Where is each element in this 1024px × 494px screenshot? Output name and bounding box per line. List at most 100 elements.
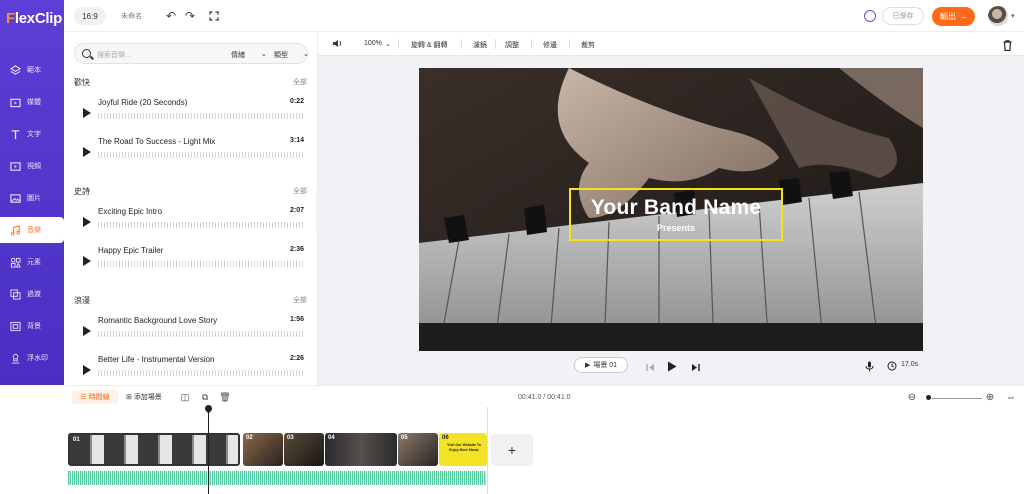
delete-icon[interactable]: 🗑 bbox=[218, 390, 232, 404]
music-track[interactable]: Romantic Background Love Story 1:56 bbox=[74, 312, 308, 350]
filter-button[interactable]: 濾鏡 bbox=[473, 40, 487, 50]
play-icon[interactable] bbox=[83, 326, 91, 336]
skip-back-icon[interactable] bbox=[643, 360, 657, 374]
scene-clip[interactable]: 05 bbox=[398, 433, 438, 466]
watermark-icon bbox=[9, 352, 21, 364]
scene-clip[interactable]: 04 bbox=[325, 433, 397, 466]
zoom-out-icon[interactable]: ⊖ bbox=[905, 390, 919, 404]
chat-icon[interactable] bbox=[864, 10, 876, 22]
rail-item-text[interactable]: 文字 bbox=[0, 121, 64, 147]
timeline-tab[interactable]: ☰ 時間線 bbox=[72, 390, 118, 404]
trim-button[interactable]: 修邊 bbox=[543, 40, 557, 50]
audio-track-waveform[interactable] bbox=[68, 471, 486, 485]
saved-button[interactable]: 已保存 bbox=[882, 7, 924, 25]
top-toolbar: 16:9 未命名 ↶ ↷ 已保存 輸出 → ▾ bbox=[64, 0, 1024, 32]
split-icon[interactable]: ◫ bbox=[178, 390, 192, 404]
title-text[interactable]: Your Band Name bbox=[571, 196, 781, 220]
left-nav-rail: FlexClip 範本 媒體 文字 視頻 圖片 音樂 元素 過渡 背景 浮水印 bbox=[0, 0, 64, 385]
fit-timeline-icon[interactable]: ⇔ bbox=[1004, 390, 1018, 404]
editor-toolbar: 100% ⌄ 旋轉 & 翻轉 濾鏡 調整 修邊 裁剪 bbox=[318, 32, 1024, 56]
music-track[interactable]: The Road To Success - Light Mix 3:14 bbox=[74, 133, 308, 171]
skip-forward-icon[interactable] bbox=[688, 360, 702, 374]
rail-item-images[interactable]: 圖片 bbox=[0, 185, 64, 211]
zoom-slider-handle[interactable] bbox=[926, 395, 931, 400]
rail-item-music[interactable]: 音樂 bbox=[0, 217, 64, 243]
export-button[interactable]: 輸出 → bbox=[932, 7, 975, 26]
scene-clip[interactable]: 03 bbox=[284, 433, 324, 466]
rail-item-video[interactable]: 視頻 bbox=[0, 153, 64, 179]
waveform bbox=[98, 261, 303, 267]
rail-label: 背景 bbox=[27, 323, 41, 330]
track-title: Joyful Ride (20 Seconds) bbox=[98, 98, 188, 107]
zoom-level[interactable]: 100% bbox=[364, 40, 382, 47]
music-track[interactable]: Joyful Ride (20 Seconds) 0:22 bbox=[74, 94, 308, 132]
rotate-flip-button[interactable]: 旋轉 & 翻轉 bbox=[411, 40, 448, 50]
rail-item-templates[interactable]: 範本 bbox=[0, 57, 64, 83]
category-title: 史詩 bbox=[74, 187, 90, 196]
divider bbox=[398, 39, 399, 49]
title-text-box[interactable]: Your Band Name Presents bbox=[569, 188, 783, 241]
text-icon bbox=[9, 128, 21, 140]
scene-clip[interactable]: 02 bbox=[243, 433, 283, 466]
export-label: 輸出 bbox=[940, 12, 956, 21]
music-track[interactable]: Exciting Epic Intro 2:07 bbox=[74, 203, 308, 241]
music-panel: 搜索音樂... 情緒 ⌄ 類型 ⌄ 歡快 全部 Joyful Ride (20 … bbox=[64, 32, 318, 385]
music-track[interactable]: Better Life - Instrumental Version 2:26 bbox=[74, 351, 308, 385]
zoom-slider[interactable] bbox=[932, 398, 982, 399]
scene-selector[interactable]: ▶ 場景 01 bbox=[574, 357, 628, 373]
music-search-bar[interactable]: 搜索音樂... 情緒 ⌄ 類型 ⌄ bbox=[74, 43, 309, 64]
scene-clip[interactable]: 06 Visit Our Website To Enjoy More Music bbox=[439, 433, 487, 466]
play-icon[interactable] bbox=[665, 359, 679, 373]
rail-item-background[interactable]: 背景 bbox=[0, 313, 64, 339]
chevron-down-icon[interactable]: ⌄ bbox=[261, 50, 267, 58]
play-icon[interactable] bbox=[83, 256, 91, 266]
microphone-icon[interactable] bbox=[862, 359, 876, 373]
video-canvas[interactable]: Your Band Name Presents bbox=[419, 68, 923, 351]
scene-clip[interactable]: 01 bbox=[68, 433, 240, 466]
fullscreen-icon[interactable] bbox=[207, 9, 221, 23]
aspect-ratio-button[interactable]: 16:9 bbox=[74, 7, 106, 25]
zoom-in-icon[interactable]: ⊕ bbox=[983, 390, 997, 404]
view-all-link[interactable]: 全部 bbox=[293, 295, 307, 305]
subtitle-text[interactable]: Presents bbox=[571, 223, 781, 233]
undo-icon[interactable]: ↶ bbox=[164, 9, 178, 23]
layers-icon bbox=[9, 64, 21, 76]
chevron-down-icon[interactable]: ▾ bbox=[1011, 12, 1015, 20]
play-icon[interactable] bbox=[83, 217, 91, 227]
rail-item-elements[interactable]: 元素 bbox=[0, 249, 64, 275]
waveform bbox=[98, 331, 303, 337]
playhead[interactable] bbox=[208, 407, 209, 494]
track-title: The Road To Success - Light Mix bbox=[98, 137, 216, 146]
rail-label: 過渡 bbox=[27, 291, 41, 298]
view-all-link[interactable]: 全部 bbox=[293, 77, 307, 87]
duplicate-icon[interactable]: ⧉ bbox=[198, 390, 212, 404]
add-scene-button[interactable]: ⊞ 添加場景 bbox=[126, 392, 162, 402]
play-icon[interactable] bbox=[83, 147, 91, 157]
play-icon[interactable] bbox=[83, 108, 91, 118]
chevron-down-icon[interactable]: ⌄ bbox=[385, 40, 391, 48]
add-scene-label: 添加場景 bbox=[133, 394, 162, 401]
add-scene-plus-button[interactable]: + bbox=[491, 434, 533, 466]
redo-icon[interactable]: ↷ bbox=[183, 9, 197, 23]
rail-item-media[interactable]: 媒體 bbox=[0, 89, 64, 115]
flexclip-logo[interactable]: FlexClip bbox=[6, 10, 62, 27]
crop-button[interactable]: 裁剪 bbox=[581, 40, 595, 50]
play-icon[interactable] bbox=[83, 365, 91, 375]
trash-icon[interactable] bbox=[1003, 40, 1012, 52]
view-all-link[interactable]: 全部 bbox=[293, 186, 307, 196]
rail-item-watermark[interactable]: 浮水印 bbox=[0, 345, 64, 371]
track-duration: 2:07 bbox=[289, 207, 304, 214]
search-input[interactable]: 搜索音樂... bbox=[97, 50, 131, 60]
volume-icon[interactable] bbox=[332, 38, 343, 51]
adjust-button[interactable]: 調整 bbox=[505, 40, 519, 50]
avatar[interactable] bbox=[988, 6, 1008, 26]
music-track[interactable]: Happy Epic Trailer 2:36 bbox=[74, 242, 308, 280]
project-name[interactable]: 未命名 bbox=[121, 11, 142, 21]
chevron-down-icon[interactable]: ⌄ bbox=[303, 50, 309, 58]
editor-area: 100% ⌄ 旋轉 & 翻轉 濾鏡 調整 修邊 裁剪 Your Band Nam… bbox=[318, 32, 1024, 385]
rail-label: 音樂 bbox=[27, 227, 41, 234]
divider bbox=[495, 39, 496, 49]
mood-filter[interactable]: 情緒 bbox=[231, 50, 245, 60]
genre-filter[interactable]: 類型 bbox=[274, 50, 288, 60]
rail-item-transitions[interactable]: 過渡 bbox=[0, 281, 64, 307]
